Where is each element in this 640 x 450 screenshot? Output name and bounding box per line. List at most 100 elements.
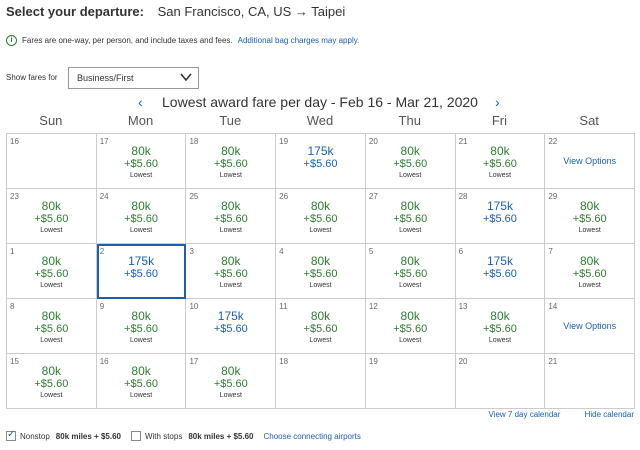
with-stops-checkbox[interactable] bbox=[130, 431, 141, 441]
fare-price: 80k bbox=[41, 364, 62, 378]
fare-note: Lowest bbox=[309, 227, 332, 234]
weekday-label: Sat bbox=[579, 113, 599, 128]
calendar-day-cell[interactable]: 5 80k +$5.60 Lowest bbox=[365, 244, 456, 299]
calendar-day-cell[interactable]: 4 80k +$5.60 Lowest bbox=[276, 244, 366, 299]
fare-fee: +$5.60 bbox=[393, 268, 428, 280]
fare-fee: +$5.60 bbox=[124, 378, 159, 390]
cabin-select-value: Business/First bbox=[77, 73, 134, 83]
fare-info-block: 80k +$5.60 Lowest bbox=[97, 144, 186, 181]
fare-info-block: 80k +$5.60 Lowest bbox=[7, 199, 96, 236]
calendar-day-cell[interactable]: 23 80k +$5.60 Lowest bbox=[7, 189, 97, 244]
view-options-link[interactable]: View Options bbox=[545, 321, 634, 331]
fare-price: 175k bbox=[486, 254, 513, 268]
fare-info-block: 80k +$5.60 Lowest bbox=[456, 144, 545, 181]
fare-fee: +$5.60 bbox=[213, 268, 248, 280]
info-check-icon: i bbox=[6, 35, 17, 46]
view-7-day-link[interactable]: View 7 day calendar bbox=[488, 410, 560, 419]
cabin-select[interactable]: Business/First bbox=[68, 67, 199, 89]
fare-info-text: Fares are one-way, per person, and inclu… bbox=[22, 36, 233, 45]
fare-fee: +$5.60 bbox=[303, 158, 338, 170]
calendar-day-cell[interactable]: 17 80k +$5.60 Lowest bbox=[186, 354, 277, 409]
fare-price: 80k bbox=[490, 309, 510, 323]
fare-price: 80k bbox=[490, 144, 510, 158]
fare-note: Lowest bbox=[129, 172, 153, 179]
chevron-down-icon bbox=[180, 73, 192, 82]
calendar-day-cell[interactable]: 1 80k +$5.60 Lowest bbox=[7, 244, 97, 299]
next-month-icon[interactable]: › bbox=[495, 93, 500, 111]
calendar-day-cell[interactable]: 11 80k +$5.60 Lowest bbox=[276, 299, 366, 354]
departure-header: Select your departure: San Francisco, CA… bbox=[6, 4, 345, 19]
fare-info-block: 80k +$5.60 Lowest bbox=[366, 254, 455, 291]
calendar-day-cell: 21 bbox=[545, 354, 636, 409]
weekday-label: Fri bbox=[491, 113, 508, 128]
nonstop-checkbox[interactable] bbox=[6, 429, 16, 441]
fare-fee: +$5.60 bbox=[482, 268, 517, 280]
with-stops-price: 80k miles + $5.60 bbox=[188, 431, 254, 441]
calendar-day-cell[interactable]: 28 175k +$5.60 bbox=[455, 189, 546, 244]
fare-price: 80k bbox=[400, 309, 420, 323]
fare-fee: +$5.60 bbox=[303, 213, 338, 225]
fare-note: Lowest bbox=[219, 172, 242, 179]
prev-month-icon[interactable]: ‹ bbox=[138, 93, 143, 111]
bag-charges-link[interactable]: Additional bag charges may apply. bbox=[238, 36, 360, 45]
calendar-day-cell[interactable]: 25 80k +$5.60 Lowest bbox=[186, 189, 277, 244]
calendar-day-cell[interactable]: 29 80k +$5.60 Lowest bbox=[545, 189, 636, 244]
hide-calendar-link[interactable]: Hide calendar bbox=[585, 410, 634, 419]
calendar-day-cell: 16 bbox=[7, 134, 97, 189]
fare-info-block: 80k +$5.60 Lowest bbox=[7, 364, 96, 401]
fare-info-block: 80k +$5.60 Lowest bbox=[97, 364, 186, 401]
calendar-day-cell[interactable]: 16 80k +$5.60 Lowest bbox=[96, 354, 187, 409]
view-options-link[interactable]: View Options bbox=[545, 156, 634, 166]
fare-price: 80k bbox=[579, 254, 600, 268]
fare-info-block: 80k +$5.60 Lowest bbox=[456, 309, 545, 346]
fare-note: Lowest bbox=[309, 282, 332, 289]
fare-price: 80k bbox=[131, 144, 151, 158]
fare-note: Lowest bbox=[219, 282, 242, 289]
with-stops-label: With stops bbox=[144, 431, 183, 441]
departure-label: Select your departure: bbox=[6, 4, 144, 19]
calendar-header: ‹ Lowest award fare per day - Feb 16 - M… bbox=[6, 93, 634, 111]
weekday-header: Sun Mon Tue Wed Thu Fri Sat bbox=[6, 111, 634, 131]
calendar-day-cell[interactable]: 6 175k +$5.60 bbox=[455, 244, 546, 299]
fare-fee: +$5.60 bbox=[34, 323, 69, 335]
fare-price: 80k bbox=[131, 199, 151, 213]
fare-info-block: 80k +$5.60 Lowest bbox=[97, 309, 186, 346]
fare-fee: +$5.60 bbox=[34, 213, 69, 225]
fare-price: 80k bbox=[579, 199, 600, 213]
calendar-day-cell[interactable]: 7 80k +$5.60 Lowest bbox=[545, 244, 636, 299]
fare-note: Lowest bbox=[488, 337, 512, 344]
connecting-airports-link[interactable]: Choose connecting airports bbox=[263, 432, 360, 441]
fare-price: 175k bbox=[128, 254, 155, 268]
fare-fee: +$5.60 bbox=[572, 213, 607, 225]
fare-price: 80k bbox=[310, 309, 331, 323]
fare-fee: +$5.60 bbox=[124, 323, 159, 335]
calendar-day-cell[interactable]: 3 80k +$5.60 Lowest bbox=[186, 244, 277, 299]
fare-info-block: 80k +$5.60 Lowest bbox=[7, 254, 96, 291]
fare-info-block: 175k +$5.60 bbox=[276, 144, 365, 171]
fare-note: Lowest bbox=[40, 227, 63, 234]
fare-note: Lowest bbox=[399, 337, 422, 344]
calendar-day-cell[interactable]: 8 80k +$5.60 Lowest bbox=[7, 299, 97, 354]
calendar-day-cell[interactable]: 15 80k +$5.60 Lowest bbox=[7, 354, 97, 409]
calendar-day-cell[interactable]: 17 80k +$5.60 Lowest bbox=[96, 134, 187, 189]
fare-info-block: 175k +$5.60 bbox=[186, 309, 275, 336]
calendar-day-cell[interactable]: 14 View Options bbox=[545, 299, 636, 354]
calendar-day-cell[interactable]: 21 80k +$5.60 Lowest bbox=[455, 134, 546, 189]
calendar-day-cell[interactable]: 27 80k +$5.60 Lowest bbox=[365, 189, 456, 244]
calendar-day-cell[interactable]: 13 80k +$5.60 Lowest bbox=[455, 299, 546, 354]
calendar-day-cell[interactable]: 2 175k +$5.60 bbox=[96, 244, 187, 299]
calendar-day-cell[interactable]: 10 175k +$5.60 bbox=[186, 299, 277, 354]
calendar-day-cell[interactable]: 18 80k +$5.60 Lowest bbox=[186, 134, 277, 189]
fare-fee: +$5.60 bbox=[213, 323, 248, 335]
day-number: 22 bbox=[548, 137, 558, 146]
fare-price: 175k bbox=[217, 309, 244, 323]
calendar-day-cell[interactable]: 19 175k +$5.60 bbox=[276, 134, 366, 189]
calendar-day-cell[interactable]: 20 80k +$5.60 Lowest bbox=[365, 134, 456, 189]
calendar-day-cell: 20 bbox=[455, 354, 546, 409]
calendar-day-cell[interactable]: 22 View Options bbox=[545, 134, 636, 189]
calendar-day-cell[interactable]: 9 80k +$5.60 Lowest bbox=[96, 299, 187, 354]
fare-price: 80k bbox=[221, 199, 241, 213]
calendar-day-cell[interactable]: 12 80k +$5.60 Lowest bbox=[365, 299, 456, 354]
calendar-day-cell[interactable]: 24 80k +$5.60 Lowest bbox=[96, 189, 187, 244]
calendar-day-cell[interactable]: 26 80k +$5.60 Lowest bbox=[276, 189, 366, 244]
